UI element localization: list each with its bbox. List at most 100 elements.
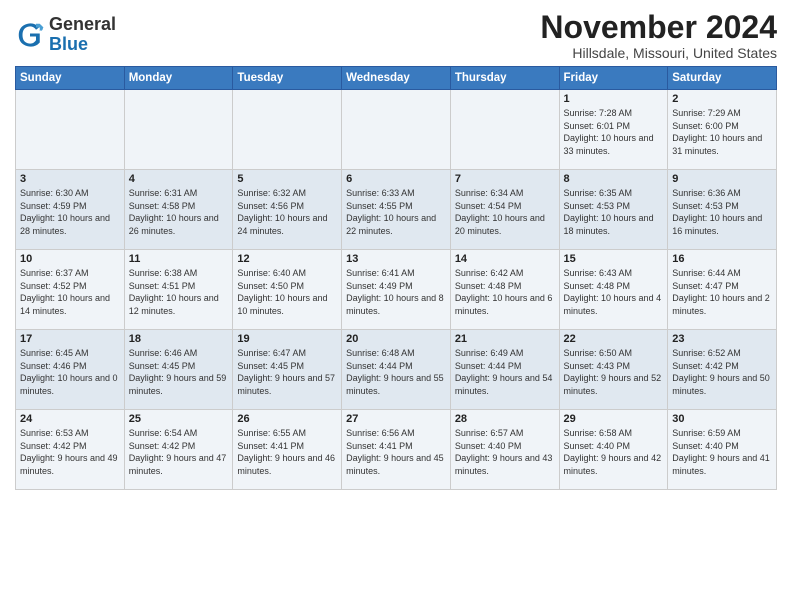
day-cell: 21Sunrise: 6:49 AM Sunset: 4:44 PM Dayli… <box>450 330 559 410</box>
day-cell: 2Sunrise: 7:29 AM Sunset: 6:00 PM Daylig… <box>668 90 777 170</box>
day-info: Sunrise: 6:44 AM Sunset: 4:47 PM Dayligh… <box>672 267 772 317</box>
header-row: SundayMondayTuesdayWednesdayThursdayFrid… <box>16 67 777 90</box>
day-number: 8 <box>564 173 664 185</box>
day-cell: 16 Sunrise: 6:44 AM Sunset: 4:47 PM Dayli… <box>668 250 777 330</box>
day-cell: 6 Sunrise: 6:33 AM Sunset: 4:55 PM Daylig… <box>342 170 451 250</box>
day-cell: 12 Sunrise: 6:40 AM Sunset: 4:50 PM Dayli… <box>233 250 342 330</box>
day-number: 1 <box>564 93 664 105</box>
logo-icon <box>15 20 45 50</box>
day-cell: 24Sunrise: 6:53 AM Sunset: 4:42 PM Dayli… <box>16 410 125 490</box>
day-info: Sunrise: 6:42 AM Sunset: 4:48 PM Dayligh… <box>455 267 555 317</box>
day-number: 2 <box>672 93 772 105</box>
day-info: Sunrise: 6:31 AM Sunset: 4:58 PM Dayligh… <box>129 187 229 237</box>
day-info: Sunrise: 6:58 AM Sunset: 4:40 PM Dayligh… <box>564 427 664 477</box>
day-info: Sunrise: 6:43 AM Sunset: 4:48 PM Dayligh… <box>564 267 664 317</box>
day-info: Sunrise: 6:54 AM Sunset: 4:42 PM Dayligh… <box>129 427 229 477</box>
calendar-body: 1Sunrise: 7:28 AM Sunset: 6:01 PM Daylig… <box>16 90 777 490</box>
day-info: Sunrise: 6:34 AM Sunset: 4:54 PM Dayligh… <box>455 187 555 237</box>
logo-general: General <box>49 15 116 35</box>
day-number: 4 <box>129 173 229 185</box>
day-cell <box>450 90 559 170</box>
day-cell: 19Sunrise: 6:47 AM Sunset: 4:45 PM Dayli… <box>233 330 342 410</box>
week-row-2: 3 Sunrise: 6:30 AM Sunset: 4:59 PM Daylig… <box>16 170 777 250</box>
day-number: 10 <box>20 253 120 265</box>
day-number: 13 <box>346 253 446 265</box>
day-cell: 11Sunrise: 6:38 AM Sunset: 4:51 PM Dayli… <box>124 250 233 330</box>
day-number: 20 <box>346 333 446 345</box>
day-number: 9 <box>672 173 772 185</box>
day-cell: 26 Sunrise: 6:55 AM Sunset: 4:41 PM Dayli… <box>233 410 342 490</box>
day-number: 17 <box>20 333 120 345</box>
logo: General Blue <box>15 15 116 55</box>
day-number: 16 <box>672 253 772 265</box>
month-title: November 2024 <box>540 10 777 45</box>
day-cell: 22 Sunrise: 6:50 AM Sunset: 4:43 PM Dayli… <box>559 330 668 410</box>
day-cell: 1Sunrise: 7:28 AM Sunset: 6:01 PM Daylig… <box>559 90 668 170</box>
header-cell-sunday: Sunday <box>16 67 125 90</box>
day-cell: 30Sunrise: 6:59 AM Sunset: 4:40 PM Dayli… <box>668 410 777 490</box>
day-cell: 29 Sunrise: 6:58 AM Sunset: 4:40 PM Dayli… <box>559 410 668 490</box>
day-cell <box>342 90 451 170</box>
day-cell: 27 Sunrise: 6:56 AM Sunset: 4:41 PM Dayli… <box>342 410 451 490</box>
day-cell: 25 Sunrise: 6:54 AM Sunset: 4:42 PM Dayli… <box>124 410 233 490</box>
day-number: 21 <box>455 333 555 345</box>
day-cell: 20 Sunrise: 6:48 AM Sunset: 4:44 PM Dayli… <box>342 330 451 410</box>
day-number: 14 <box>455 253 555 265</box>
day-info: Sunrise: 6:40 AM Sunset: 4:50 PM Dayligh… <box>237 267 337 317</box>
day-info: Sunrise: 6:48 AM Sunset: 4:44 PM Dayligh… <box>346 347 446 397</box>
day-cell: 15 Sunrise: 6:43 AM Sunset: 4:48 PM Dayli… <box>559 250 668 330</box>
day-number: 6 <box>346 173 446 185</box>
day-info: Sunrise: 6:35 AM Sunset: 4:53 PM Dayligh… <box>564 187 664 237</box>
day-number: 23 <box>672 333 772 345</box>
day-number: 15 <box>564 253 664 265</box>
day-info: Sunrise: 6:37 AM Sunset: 4:52 PM Dayligh… <box>20 267 120 317</box>
header-cell-thursday: Thursday <box>450 67 559 90</box>
day-info: Sunrise: 6:36 AM Sunset: 4:53 PM Dayligh… <box>672 187 772 237</box>
title-block: November 2024 Hillsdale, Missouri, Unite… <box>540 10 777 61</box>
header-cell-wednesday: Wednesday <box>342 67 451 90</box>
day-number: 25 <box>129 413 229 425</box>
day-cell: 18 Sunrise: 6:46 AM Sunset: 4:45 PM Dayli… <box>124 330 233 410</box>
calendar-header: SundayMondayTuesdayWednesdayThursdayFrid… <box>16 67 777 90</box>
day-cell: 4 Sunrise: 6:31 AM Sunset: 4:58 PM Daylig… <box>124 170 233 250</box>
day-number: 3 <box>20 173 120 185</box>
day-cell: 14 Sunrise: 6:42 AM Sunset: 4:48 PM Dayli… <box>450 250 559 330</box>
day-cell <box>16 90 125 170</box>
day-number: 7 <box>455 173 555 185</box>
day-info: Sunrise: 6:32 AM Sunset: 4:56 PM Dayligh… <box>237 187 337 237</box>
day-info: Sunrise: 6:55 AM Sunset: 4:41 PM Dayligh… <box>237 427 337 477</box>
day-cell: 5Sunrise: 6:32 AM Sunset: 4:56 PM Daylig… <box>233 170 342 250</box>
day-info: Sunrise: 6:50 AM Sunset: 4:43 PM Dayligh… <box>564 347 664 397</box>
day-number: 27 <box>346 413 446 425</box>
day-cell: 17Sunrise: 6:45 AM Sunset: 4:46 PM Dayli… <box>16 330 125 410</box>
day-cell: 8 Sunrise: 6:35 AM Sunset: 4:53 PM Daylig… <box>559 170 668 250</box>
calendar-table: SundayMondayTuesdayWednesdayThursdayFrid… <box>15 66 777 490</box>
day-number: 29 <box>564 413 664 425</box>
day-cell: 10 Sunrise: 6:37 AM Sunset: 4:52 PM Dayli… <box>16 250 125 330</box>
day-info: Sunrise: 6:41 AM Sunset: 4:49 PM Dayligh… <box>346 267 446 317</box>
day-info: Sunrise: 6:30 AM Sunset: 4:59 PM Dayligh… <box>20 187 120 237</box>
day-cell: 7 Sunrise: 6:34 AM Sunset: 4:54 PM Daylig… <box>450 170 559 250</box>
day-cell <box>233 90 342 170</box>
day-number: 26 <box>237 413 337 425</box>
day-number: 30 <box>672 413 772 425</box>
day-cell: 9 Sunrise: 6:36 AM Sunset: 4:53 PM Daylig… <box>668 170 777 250</box>
day-info: Sunrise: 6:46 AM Sunset: 4:45 PM Dayligh… <box>129 347 229 397</box>
day-info: Sunrise: 6:38 AM Sunset: 4:51 PM Dayligh… <box>129 267 229 317</box>
header-cell-friday: Friday <box>559 67 668 90</box>
day-number: 28 <box>455 413 555 425</box>
day-info: Sunrise: 6:56 AM Sunset: 4:41 PM Dayligh… <box>346 427 446 477</box>
day-info: Sunrise: 6:52 AM Sunset: 4:42 PM Dayligh… <box>672 347 772 397</box>
week-row-1: 1Sunrise: 7:28 AM Sunset: 6:01 PM Daylig… <box>16 90 777 170</box>
day-info: Sunrise: 6:57 AM Sunset: 4:40 PM Dayligh… <box>455 427 555 477</box>
week-row-3: 10 Sunrise: 6:37 AM Sunset: 4:52 PM Dayli… <box>16 250 777 330</box>
day-number: 19 <box>237 333 337 345</box>
day-number: 18 <box>129 333 229 345</box>
week-row-4: 17Sunrise: 6:45 AM Sunset: 4:46 PM Dayli… <box>16 330 777 410</box>
day-info: Sunrise: 6:33 AM Sunset: 4:55 PM Dayligh… <box>346 187 446 237</box>
day-number: 24 <box>20 413 120 425</box>
logo-text: General Blue <box>49 15 116 55</box>
day-number: 12 <box>237 253 337 265</box>
day-cell: 28 Sunrise: 6:57 AM Sunset: 4:40 PM Dayli… <box>450 410 559 490</box>
day-number: 22 <box>564 333 664 345</box>
